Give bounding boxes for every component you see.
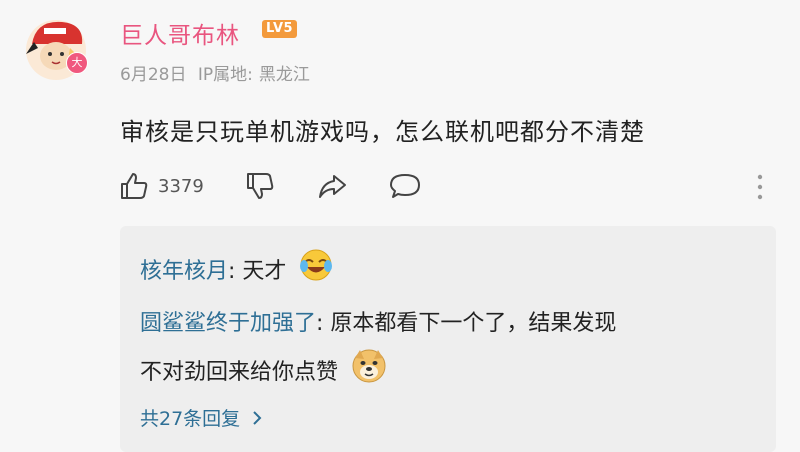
reply-item: 核年核月: 天才: [140, 248, 760, 296]
ip-label: IP属地:: [197, 65, 253, 85]
reply-separator: :: [228, 259, 243, 284]
reply-item: 圆鲨鲨终于加强了: 原本都看下一个了，结果发现 不对劲回来给你点赞: [140, 304, 760, 398]
view-more-replies-link[interactable]: 共27条回复: [140, 404, 264, 431]
like-count: 3379: [158, 175, 204, 197]
reply-preview-box: 核年核月: 天才 圆鲨鲨终于加强了: 原本都看下一个了，结果发现 不对劲回来给你…: [120, 226, 776, 452]
reply-text-continued: 不对劲回来给你点赞: [140, 360, 339, 385]
comment-actions: 3379: [118, 168, 422, 204]
avatar-badge: 大: [66, 52, 88, 74]
comment-text: 审核是只玩单机游戏吗，怎么联机吧都分不清楚: [120, 118, 645, 146]
reply-username[interactable]: 核年核月: [140, 259, 228, 284]
reply-button[interactable]: [388, 170, 422, 202]
comment-date: 6月28日: [120, 65, 187, 85]
reply-separator: :: [316, 311, 331, 336]
comment-icon: [389, 174, 420, 198]
comment-meta: 6月28日 IP属地: 黑龙江: [120, 60, 316, 85]
more-replies-label: 共27条回复: [140, 408, 241, 430]
thumb-up-icon: [121, 173, 148, 199]
reply-text: 天才: [242, 259, 287, 284]
doge-emoji: [351, 348, 387, 398]
chevron-right-icon: [253, 411, 262, 425]
ip-location: 黑龙江: [258, 65, 310, 85]
username[interactable]: 巨人哥布林: [120, 16, 240, 50]
reply-text: 原本都看下一个了，结果发现: [330, 311, 617, 336]
laughing-tears-emoji: [299, 248, 333, 296]
reply-username[interactable]: 圆鲨鲨终于加强了: [140, 311, 316, 336]
thumb-down-icon: [246, 173, 274, 199]
level-badge: LV5: [262, 20, 298, 38]
more-vertical-icon: [757, 174, 763, 200]
more-button[interactable]: [752, 172, 768, 202]
share-icon: [318, 175, 346, 198]
dislike-button[interactable]: [244, 170, 276, 202]
share-button[interactable]: [316, 170, 348, 202]
like-button[interactable]: 3379: [118, 170, 204, 202]
